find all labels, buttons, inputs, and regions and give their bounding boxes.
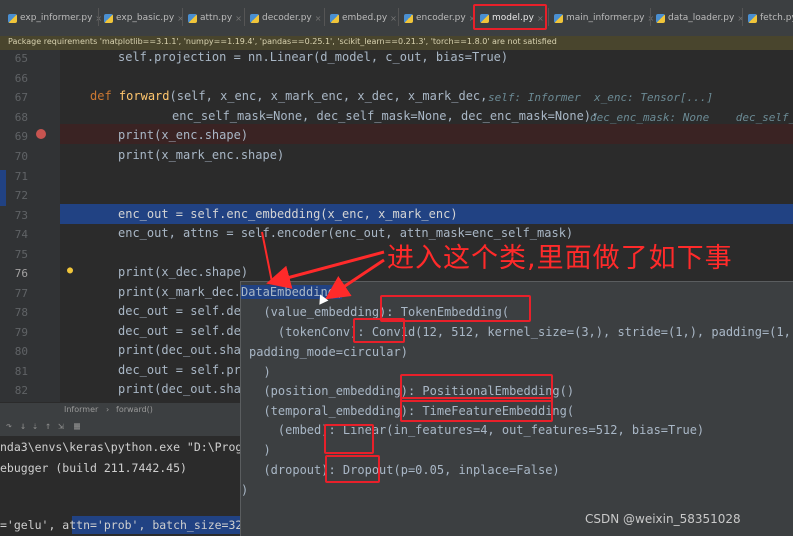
code-line: dec_out = self.dec (118, 324, 249, 338)
evaluate-expression-icon[interactable]: ▦ (74, 421, 80, 432)
code-line: dec_out = self.dec (118, 304, 249, 318)
annotation-box-conv1d (353, 318, 405, 343)
tab-data-loader[interactable]: data_loader.py × (656, 6, 744, 30)
breadcrumb-method[interactable]: forward() (116, 405, 153, 414)
line-number: 80 (14, 345, 28, 358)
console-line: ebugger (build 211.7442.45) (0, 461, 187, 475)
step-over-icon[interactable]: ↷ (6, 421, 12, 432)
python-file-icon (8, 13, 17, 23)
active-tab-highlight-box (473, 4, 547, 30)
tab-exp-basic[interactable]: exp_basic.py × (104, 6, 184, 30)
python-file-icon (250, 13, 259, 23)
popup-line: ) (249, 443, 271, 457)
popup-line: padding_mode=circular) (249, 345, 408, 359)
tab-exp-informer[interactable]: exp_informer.py× (8, 6, 102, 30)
close-icon[interactable]: × (737, 14, 744, 23)
line-number: 70 (14, 150, 28, 163)
line-number: 65 (14, 52, 28, 65)
line-number: 77 (14, 287, 28, 300)
breakpoint-icon[interactable] (36, 129, 46, 139)
code-line: print(x_enc.shape) (118, 128, 249, 142)
python-file-icon (404, 13, 413, 23)
step-out-icon[interactable]: ↑ (45, 421, 51, 432)
code-line: print(dec_out.shap (118, 382, 249, 396)
breadcrumb: Informer › forward() (0, 402, 240, 419)
python-file-icon (330, 13, 339, 23)
popup-line: (dropout): Dropout(p=0.05, inplace=False… (249, 463, 560, 477)
code-line: self.projection = nn.Linear(d_model, c_o… (118, 50, 509, 64)
console-line: ='gelu', attn='prob', batch_size=32, (0, 518, 250, 532)
annotation-text: 进入这个类,里面做了如下事 (387, 243, 733, 274)
popup-line: (embed): Linear(in_features=4, out_featu… (249, 423, 705, 437)
editor-tab-bar: exp_informer.py× exp_basic.py× attn.py× … (0, 0, 793, 36)
line-number: 75 (14, 248, 28, 261)
close-icon[interactable]: × (235, 14, 242, 23)
code-line: def forward(self, x_enc, x_mark_enc, x_d… (90, 89, 488, 103)
run-to-cursor-icon[interactable]: ⇲ (58, 421, 64, 432)
popup-line: ) (241, 483, 249, 497)
python-file-icon (554, 13, 563, 23)
breadcrumb-sep: › (106, 405, 110, 414)
close-icon[interactable]: × (390, 14, 397, 23)
inline-debug-hint: dec_enc_mask: None dec_self_ (590, 111, 793, 124)
tab-attn[interactable]: attn.py × (188, 6, 242, 30)
warning-text: Package requirements 'matplotlib==3.1.1'… (8, 37, 557, 46)
breadcrumb-class[interactable]: Informer (64, 405, 98, 414)
tab-fetch[interactable]: fetch.py (748, 6, 793, 30)
left-edge-marker (0, 170, 6, 206)
close-icon[interactable]: × (315, 14, 322, 23)
code-line: dec_out = self.pro (118, 363, 249, 377)
tab-decoder[interactable]: decoder.py × (250, 6, 321, 30)
python-file-icon (188, 13, 197, 23)
console-line: nda3\envs\keras\python.exe "D:\Progr (0, 440, 250, 454)
python-file-icon (748, 13, 757, 23)
code-line: print(dec_out.shap (118, 343, 249, 357)
line-number: 73 (14, 209, 28, 222)
console-toolbar: ↷ ↓ ⇣ ↑ ⇲ ▦ (0, 418, 240, 436)
tab-embed[interactable]: embed.py × (330, 6, 397, 30)
annotation-box-dropout (325, 455, 380, 483)
line-number: 76 (14, 267, 28, 280)
popup-line: ) (249, 365, 271, 379)
line-number: 78 (14, 306, 28, 319)
inline-debug-hint: self: Informer x_enc: Tensor[...] (488, 91, 714, 104)
line-number: 68 (14, 111, 28, 124)
popup-line: (tokenConv): Conv1d(12, 512, kernel_size… (249, 325, 793, 339)
lightbulb-icon[interactable]: ● (67, 265, 73, 276)
line-number: 69 (14, 130, 28, 143)
line-number: 74 (14, 228, 28, 241)
line-number: 82 (14, 384, 28, 397)
watermark: CSDN @weixin_58351028 (585, 512, 741, 526)
code-line: enc_self_mask=None, dec_self_mask=None, … (172, 109, 599, 123)
annotation-box-temporal-embedding (400, 397, 553, 422)
code-line: print(x_mark_enc.shape) (118, 148, 285, 162)
step-into-my-code-icon[interactable]: ⇣ (32, 421, 38, 432)
line-number: 67 (14, 91, 28, 104)
code-line: print(x_dec.shape) (118, 265, 249, 279)
line-number: 66 (14, 72, 28, 85)
annotation-box-linear (324, 424, 374, 454)
code-line: print(x_mark_dec.s (118, 285, 249, 299)
line-number-gutter: 65 66 67 68 69 70 71 72 73 74 75 76 77 7… (0, 50, 60, 402)
python-file-icon (656, 13, 665, 23)
tab-main-informer[interactable]: main_informer.py× (554, 6, 654, 30)
line-number: 79 (14, 326, 28, 339)
package-requirements-warning[interactable]: Package requirements 'matplotlib==3.1.1'… (0, 36, 793, 50)
step-into-icon[interactable]: ↓ (20, 421, 26, 432)
python-file-icon (104, 13, 113, 23)
code-line: enc_out = self.enc_embedding(x_enc, x_ma… (118, 207, 458, 221)
line-number: 81 (14, 365, 28, 378)
tab-encoder[interactable]: encoder.py × (404, 6, 475, 30)
